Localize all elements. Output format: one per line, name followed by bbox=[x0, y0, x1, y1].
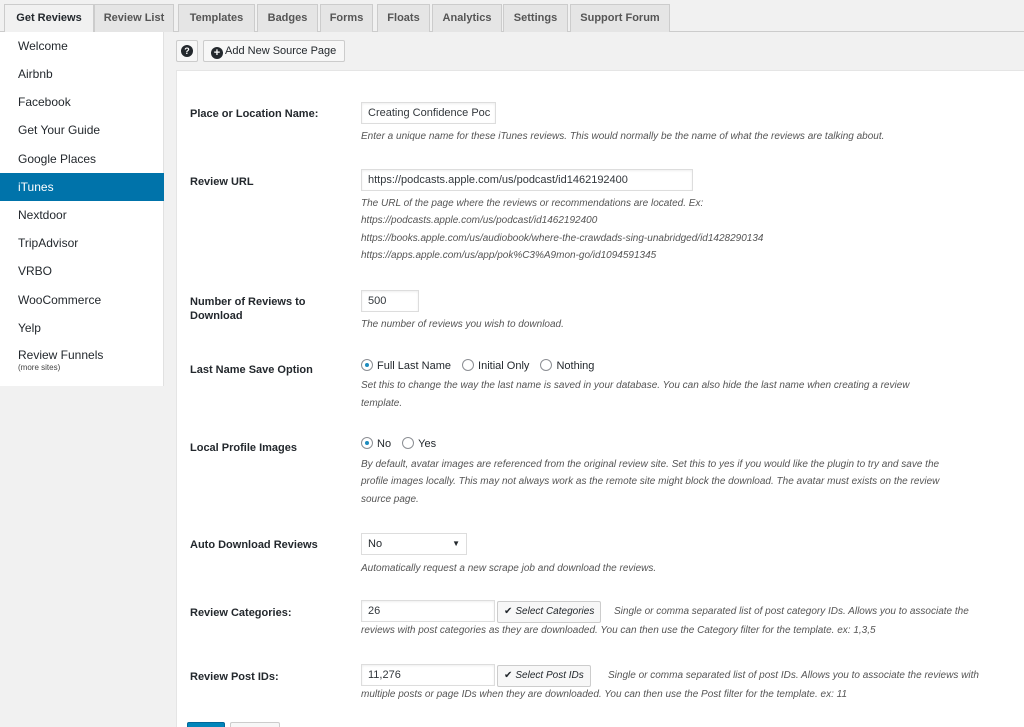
check-icon: ✔ bbox=[504, 670, 513, 681]
tab-settings[interactable]: Settings bbox=[503, 4, 568, 32]
sidebar-item-tripadvisor[interactable]: TripAdvisor bbox=[0, 229, 164, 257]
check-icon: ✔ bbox=[504, 606, 513, 617]
sidebar-item-review-funnels[interactable]: Review Funnels (more sites) bbox=[0, 342, 164, 382]
tab-badges[interactable]: Badges bbox=[257, 4, 318, 32]
sidebar-item-get-your-guide[interactable]: Get Your Guide bbox=[0, 116, 164, 144]
tab-bar: Get Reviews Review List Templates Badges… bbox=[0, 0, 1024, 33]
profile-images-desc-line2: profile images locally. This may not alw… bbox=[361, 476, 940, 487]
tab-templates[interactable]: Templates bbox=[178, 4, 255, 32]
select-post-ids-label: Select Post IDs bbox=[515, 670, 584, 681]
categories-input[interactable]: 26 bbox=[361, 600, 495, 622]
num-reviews-label: Number of Reviews to Download bbox=[190, 295, 340, 323]
tab-support-forum[interactable]: Support Forum bbox=[570, 4, 670, 32]
help-button[interactable]: ? bbox=[176, 40, 198, 62]
chevron-down-icon: ▼ bbox=[452, 539, 460, 548]
num-reviews-label-line1: Number of Reviews to bbox=[190, 296, 306, 308]
radio-checked-icon bbox=[361, 359, 373, 371]
review-url-example-app: https://apps.apple.com/us/app/pok%C3%A9m… bbox=[361, 250, 657, 261]
review-url-example-book: https://books.apple.com/us/audiobook/whe… bbox=[361, 233, 764, 244]
sidebar-item-itunes[interactable]: iTunes bbox=[0, 173, 164, 201]
categories-label: Review Categories: bbox=[190, 607, 292, 619]
categories-desc-line2: reviews with post categories as they are… bbox=[361, 625, 876, 636]
cancel-button[interactable] bbox=[230, 722, 280, 727]
post-ids-label: Review Post IDs: bbox=[190, 671, 279, 683]
radio-checked-icon bbox=[361, 437, 373, 449]
sidebar-item-label: Review Funnels bbox=[18, 348, 104, 362]
post-ids-input[interactable]: 11,276 bbox=[361, 664, 495, 686]
select-categories-label: Select Categories bbox=[515, 606, 595, 617]
select-categories-button[interactable]: ✔ Select Categories bbox=[497, 601, 602, 623]
select-post-ids-button[interactable]: ✔ Select Post IDs bbox=[497, 665, 591, 687]
review-url-example-podcast: https://podcasts.apple.com/us/podcast/id… bbox=[361, 215, 598, 226]
add-new-source-page-button[interactable]: + Add New Source Page bbox=[203, 40, 345, 62]
question-icon: ? bbox=[181, 45, 193, 57]
categories-desc-line1: Single or comma separated list of post c… bbox=[614, 606, 969, 617]
sidebar-item-welcome[interactable]: Welcome bbox=[0, 32, 164, 60]
radio-full-last-name[interactable]: Full Last Name bbox=[361, 359, 451, 372]
sidebar-item-airbnb[interactable]: Airbnb bbox=[0, 60, 164, 88]
last-name-radio-group: Full Last Name Initial Only Nothing bbox=[361, 358, 602, 374]
sidebar-item-woocommerce[interactable]: WooCommerce bbox=[0, 286, 164, 314]
sidebar-item-vrbo[interactable]: VRBO bbox=[0, 257, 164, 285]
radio-unchecked-icon bbox=[402, 437, 415, 449]
radio-yes[interactable]: Yes bbox=[402, 437, 437, 450]
tab-forms[interactable]: Forms bbox=[320, 4, 373, 32]
num-reviews-desc: The number of reviews you wish to downlo… bbox=[361, 319, 564, 330]
tab-review-list[interactable]: Review List bbox=[94, 4, 174, 32]
profile-images-desc-line3: source page. bbox=[361, 494, 419, 505]
review-url-desc: The URL of the page where the reviews or… bbox=[361, 198, 704, 209]
review-url-input[interactable]: https://podcasts.apple.com/us/podcast/id… bbox=[361, 169, 693, 191]
post-ids-desc-line1: Single or comma separated list of post I… bbox=[608, 670, 979, 681]
sidebar-item-nextdoor[interactable]: Nextdoor bbox=[0, 201, 164, 229]
radio-unchecked-icon bbox=[540, 359, 553, 371]
save-button[interactable] bbox=[187, 722, 225, 727]
place-name-label: Place or Location Name: bbox=[190, 108, 319, 120]
num-reviews-input[interactable]: 500 bbox=[361, 290, 419, 312]
profile-images-label: Local Profile Images bbox=[190, 442, 297, 454]
tab-get-reviews[interactable]: Get Reviews bbox=[4, 4, 94, 33]
auto-download-select[interactable]: No ▼ bbox=[361, 533, 467, 555]
radio-nothing[interactable]: Nothing bbox=[540, 359, 595, 372]
plus-circle-icon: + bbox=[211, 47, 223, 59]
last-name-desc-line2: template. bbox=[361, 398, 403, 409]
radio-initial-only[interactable]: Initial Only bbox=[462, 359, 530, 372]
radio-unchecked-icon bbox=[462, 359, 475, 371]
sidebar-item-google-places[interactable]: Google Places bbox=[0, 145, 164, 173]
review-url-label: Review URL bbox=[190, 176, 254, 188]
sidebar-item-facebook[interactable]: Facebook bbox=[0, 88, 164, 116]
tab-floats[interactable]: Floats bbox=[377, 4, 430, 32]
sidebar-item-sublabel: (more sites) bbox=[18, 363, 61, 372]
last-name-desc-line1: Set this to change the way the last name… bbox=[361, 380, 910, 391]
profile-images-radio-group: No Yes bbox=[361, 436, 444, 452]
radio-no[interactable]: No bbox=[361, 437, 392, 450]
auto-download-value: No bbox=[368, 538, 383, 550]
tab-analytics[interactable]: Analytics bbox=[432, 4, 502, 32]
source-sidebar: Welcome Airbnb Facebook Get Your Guide G… bbox=[0, 32, 164, 386]
radio-label: Full Last Name bbox=[377, 360, 451, 372]
num-reviews-label-line2: Download bbox=[190, 310, 243, 322]
auto-download-label: Auto Download Reviews bbox=[190, 539, 318, 551]
place-name-input[interactable]: Creating Confidence Poc bbox=[361, 102, 496, 124]
profile-images-desc-line1: By default, avatar images are referenced… bbox=[361, 459, 940, 470]
last-name-label: Last Name Save Option bbox=[190, 364, 313, 376]
radio-label: Initial Only bbox=[478, 360, 530, 372]
radio-label: Yes bbox=[418, 438, 437, 450]
post-ids-desc-line2: multiple posts or page IDs when they are… bbox=[361, 689, 848, 700]
radio-label: No bbox=[377, 438, 392, 450]
place-name-desc: Enter a unique name for these iTunes rev… bbox=[361, 131, 885, 142]
add-button-label: Add New Source Page bbox=[225, 45, 337, 57]
sidebar-item-yelp[interactable]: Yelp bbox=[0, 314, 164, 342]
radio-label: Nothing bbox=[556, 360, 595, 372]
auto-download-desc: Automatically request a new scrape job a… bbox=[361, 563, 657, 574]
